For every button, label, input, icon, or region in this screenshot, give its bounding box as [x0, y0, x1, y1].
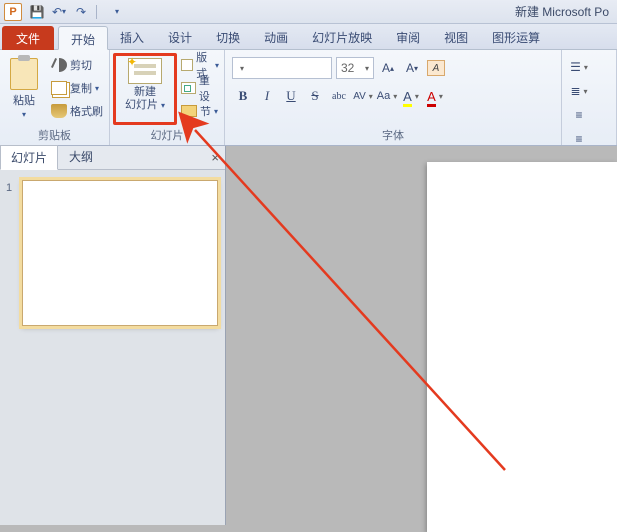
group-font-label: 字体 — [228, 125, 558, 145]
reset-button[interactable]: 重设 — [179, 78, 221, 98]
paste-label: 粘贴 — [13, 92, 35, 108]
group-clipboard-label: 剪贴板 — [3, 125, 106, 145]
pane-close-button[interactable]: × — [211, 150, 219, 165]
copy-icon — [51, 81, 67, 95]
font-color-button[interactable]: A▾ — [424, 85, 446, 107]
clear-formatting-icon: A — [427, 60, 445, 76]
new-slide-label: 新建幻灯片 ▾ — [125, 86, 165, 112]
section-button[interactable]: 节 ▾ — [179, 101, 221, 121]
new-slide-button[interactable]: 新建幻灯片 ▾ — [118, 56, 172, 120]
pane-tabs: 幻灯片 大纲 × — [0, 146, 225, 170]
window-title: 新建 Microsoft Po — [515, 3, 609, 20]
slide-canvas[interactable] — [427, 162, 617, 532]
tab-design[interactable]: 设计 — [156, 25, 204, 49]
chevron-down-icon: ▾ — [240, 64, 244, 73]
increase-font-button[interactable]: A▴ — [378, 57, 398, 79]
chevron-down-icon: ▾ — [365, 64, 369, 73]
tab-insert[interactable]: 插入 — [108, 25, 156, 49]
strikethrough-button[interactable]: S — [304, 85, 326, 107]
format-painter-label: 格式刷 — [70, 103, 103, 119]
tab-home[interactable]: 开始 — [58, 26, 108, 50]
undo-button[interactable]: ↶▾ — [50, 3, 68, 21]
tab-slideshow[interactable]: 幻灯片放映 — [300, 25, 384, 49]
app-icon: P — [4, 3, 22, 21]
font-name-combo[interactable]: ▾ — [232, 57, 332, 79]
reset-icon — [181, 82, 196, 94]
section-icon — [181, 105, 197, 117]
qat-separator — [96, 5, 102, 19]
ribbon-tabs: 文件 开始 插入 设计 切换 动画 幻灯片放映 审阅 视图 图形运算 — [0, 24, 617, 50]
paste-button[interactable]: 粘贴 ▾ — [3, 53, 45, 123]
italic-button[interactable]: I — [256, 85, 278, 107]
brush-icon — [51, 104, 67, 118]
tab-file[interactable]: 文件 — [2, 26, 54, 50]
title-bar: P 💾 ↶▾ ↷ ▾ 新建 Microsoft Po — [0, 0, 617, 24]
group-slides: 新建幻灯片 ▾ 版式▾ 重设 节 ▾ 幻灯片 — [110, 50, 225, 145]
redo-button[interactable]: ↷ — [72, 3, 90, 21]
thumbnail-list[interactable]: 1 — [0, 170, 225, 525]
tab-animations[interactable]: 动画 — [252, 25, 300, 49]
paste-caret-icon: ▾ — [22, 110, 26, 119]
bold-button[interactable]: B — [232, 85, 254, 107]
font-size-combo[interactable]: 32 ▾ — [336, 57, 374, 79]
layout-icon — [181, 59, 193, 71]
tab-shapecalc[interactable]: 图形运算 — [480, 25, 552, 49]
tab-review[interactable]: 审阅 — [384, 25, 432, 49]
bullets-button[interactable]: ☰▾ — [569, 57, 589, 77]
group-font: ▾ 32▾ A▴ A▾ A B I U S abc AV▾ Aa▾ A▾ A▾ … — [225, 50, 562, 145]
slide-number: 1 — [6, 180, 16, 326]
reset-label: 重设 — [199, 72, 219, 104]
clear-formatting-button[interactable]: A — [426, 57, 446, 79]
thumbnail-pane: 幻灯片 大纲 × 1 — [0, 146, 226, 525]
group-paragraph: ☰▾ ≣▾ ≡ ≡ 段落 — [562, 50, 617, 145]
cut-icon — [51, 58, 67, 72]
underline-button[interactable]: U — [280, 85, 302, 107]
slide-editor[interactable] — [226, 146, 617, 525]
quick-access-toolbar: 💾 ↶▾ ↷ ▾ — [28, 3, 126, 21]
tab-transitions[interactable]: 切换 — [204, 25, 252, 49]
pane-tab-slides[interactable]: 幻灯片 — [0, 145, 58, 170]
cut-label: 剪切 — [70, 57, 92, 73]
group-slides-label: 幻灯片 — [113, 125, 221, 145]
copy-label: 复制 — [70, 80, 92, 96]
section-label: 节 — [200, 103, 211, 119]
highlight-color-button[interactable]: A▾ — [400, 85, 422, 107]
pane-tab-outline[interactable]: 大纲 — [58, 144, 104, 169]
qat-customize[interactable]: ▾ — [108, 3, 126, 21]
format-painter-button[interactable]: 格式刷 — [49, 101, 105, 121]
cut-button[interactable]: 剪切 — [49, 55, 105, 75]
paste-icon — [10, 58, 38, 90]
workspace: 幻灯片 大纲 × 1 — [0, 146, 617, 525]
tab-view[interactable]: 视图 — [432, 25, 480, 49]
save-button[interactable]: 💾 — [28, 3, 46, 21]
new-slide-icon — [128, 58, 162, 84]
change-case-button[interactable]: Aa▾ — [376, 85, 398, 107]
align-left-button[interactable]: ≡ — [569, 105, 589, 125]
font-size-value: 32 — [341, 61, 354, 75]
copy-button[interactable]: 复制▾ — [49, 78, 105, 98]
char-spacing-button[interactable]: AV▾ — [352, 85, 374, 107]
ribbon: 粘贴 ▾ 剪切 复制▾ 格式刷 剪贴板 新建幻灯片 ▾ 版式▾ — [0, 50, 617, 146]
decrease-font-button[interactable]: A▾ — [402, 57, 422, 79]
text-shadow-button[interactable]: abc — [328, 85, 350, 107]
numbering-button[interactable]: ≣▾ — [569, 81, 589, 101]
new-slide-highlight: 新建幻灯片 ▾ — [113, 53, 177, 125]
slide-thumb-1[interactable]: 1 — [6, 180, 219, 326]
group-clipboard: 粘贴 ▾ 剪切 复制▾ 格式刷 剪贴板 — [0, 50, 110, 145]
slide-thumbnail[interactable] — [22, 180, 218, 326]
